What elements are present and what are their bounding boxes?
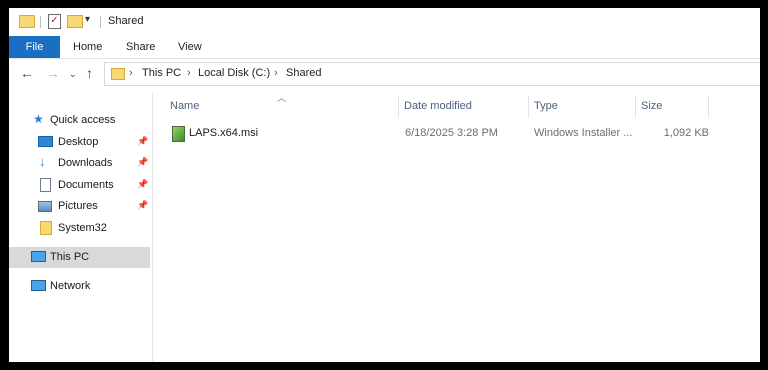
pin-icon[interactable]: 📌 bbox=[137, 179, 148, 190]
sidebar-item-label: Pictures bbox=[58, 200, 98, 212]
sidebar-item-desktop[interactable]: Desktop 📌 bbox=[9, 132, 150, 153]
sort-ascending-icon: ︿ bbox=[277, 93, 287, 103]
column-divider[interactable] bbox=[635, 96, 636, 118]
tab-view[interactable]: View bbox=[178, 36, 202, 58]
column-divider[interactable] bbox=[398, 96, 399, 118]
pin-icon[interactable]: 📌 bbox=[137, 157, 148, 168]
breadcrumb-shared[interactable]: Shared bbox=[286, 67, 321, 79]
customize-toolbar-dropdown-icon[interactable]: ▾ bbox=[85, 14, 90, 25]
back-arrow-icon[interactable]: ← bbox=[20, 65, 34, 81]
pictures-icon bbox=[38, 201, 52, 212]
documents-icon bbox=[40, 178, 51, 192]
recent-locations-icon[interactable]: ⌄ bbox=[69, 69, 77, 80]
breadcrumb-local-disk[interactable]: Local Disk (C:) bbox=[198, 67, 270, 79]
sidebar-item-pictures[interactable]: Pictures 📌 bbox=[9, 196, 150, 217]
sidebar-item-label: Quick access bbox=[50, 114, 116, 126]
sidebar-item-label: Downloads bbox=[58, 157, 113, 169]
column-header-date-modified[interactable]: Date modified bbox=[404, 100, 472, 112]
navigation-pane: ★ Quick access Desktop 📌 ↓ Downloads 📌 D… bbox=[9, 92, 153, 362]
breadcrumb-chevron-icon[interactable]: › bbox=[187, 67, 191, 79]
divider bbox=[100, 16, 101, 28]
forward-arrow-icon[interactable]: → bbox=[46, 65, 60, 81]
up-arrow-icon[interactable]: ↑ bbox=[86, 65, 93, 81]
sidebar-item-quick-access[interactable]: ★ Quick access bbox=[9, 110, 150, 131]
tab-home[interactable]: Home bbox=[73, 36, 102, 58]
window-title: Shared bbox=[108, 15, 144, 27]
column-divider[interactable] bbox=[708, 96, 709, 118]
column-header-type[interactable]: Type bbox=[534, 100, 558, 112]
sidebar-item-label: System32 bbox=[58, 222, 107, 234]
file-name: LAPS.x64.msi bbox=[189, 127, 259, 139]
pin-icon[interactable]: 📌 bbox=[137, 136, 148, 147]
column-header-size[interactable]: Size bbox=[641, 100, 662, 112]
sidebar-item-label: This PC bbox=[50, 251, 90, 263]
breadcrumb-this-pc[interactable]: This PC bbox=[142, 67, 181, 79]
file-type: Windows Installer ... bbox=[534, 127, 633, 139]
sidebar-item-downloads[interactable]: ↓ Downloads 📌 bbox=[9, 153, 150, 174]
sidebar-item-label: Documents bbox=[58, 179, 114, 191]
explorer-window: ✓ ▾ Shared File Home Share View ← → ⌄ ↑ … bbox=[9, 8, 760, 362]
sidebar-item-label: Network bbox=[50, 280, 91, 292]
desktop-icon bbox=[38, 136, 53, 147]
divider bbox=[40, 16, 41, 28]
network-icon bbox=[31, 280, 46, 291]
navigation-bar: ← → ⌄ ↑ › This PC › Local Disk (C:) › Sh… bbox=[9, 59, 760, 89]
sidebar-item-network[interactable]: Network bbox=[9, 276, 150, 297]
ribbon-tabs: File Home Share View bbox=[9, 36, 760, 59]
file-date-modified: 6/18/2025 3:28 PM bbox=[405, 127, 498, 139]
column-header-name[interactable]: Name bbox=[170, 100, 199, 112]
column-divider[interactable] bbox=[528, 96, 529, 118]
tab-file[interactable]: File bbox=[9, 36, 60, 58]
sidebar-item-label: Desktop bbox=[58, 136, 99, 148]
downloads-icon: ↓ bbox=[39, 154, 46, 169]
properties-icon[interactable]: ✓ bbox=[48, 14, 61, 29]
sidebar-item-this-pc[interactable]: This PC bbox=[9, 247, 150, 268]
new-folder-icon[interactable] bbox=[67, 15, 83, 28]
address-bar[interactable]: › This PC › Local Disk (C:) › Shared bbox=[104, 62, 760, 86]
sidebar-item-documents[interactable]: Documents 📌 bbox=[9, 175, 150, 196]
folder-icon[interactable] bbox=[19, 15, 35, 28]
sidebar-item-system32[interactable]: System32 bbox=[9, 218, 150, 239]
file-list: ︿ Name Date modified Type Size LAPS.x64.… bbox=[153, 92, 760, 362]
table-row[interactable]: LAPS.x64.msi 6/18/2025 3:28 PM Windows I… bbox=[161, 124, 721, 144]
file-size: 1,092 KB bbox=[663, 127, 709, 139]
tab-share[interactable]: Share bbox=[126, 36, 155, 58]
star-icon: ★ bbox=[33, 112, 44, 126]
pin-icon[interactable]: 📌 bbox=[137, 200, 148, 211]
folder-icon bbox=[111, 68, 125, 80]
breadcrumb-chevron-icon[interactable]: › bbox=[274, 67, 278, 79]
computer-icon bbox=[31, 251, 46, 262]
folder-icon bbox=[40, 221, 52, 235]
breadcrumb-chevron-icon[interactable]: › bbox=[129, 67, 133, 79]
msi-installer-icon bbox=[172, 126, 185, 142]
title-bar: ✓ ▾ Shared bbox=[9, 8, 760, 36]
